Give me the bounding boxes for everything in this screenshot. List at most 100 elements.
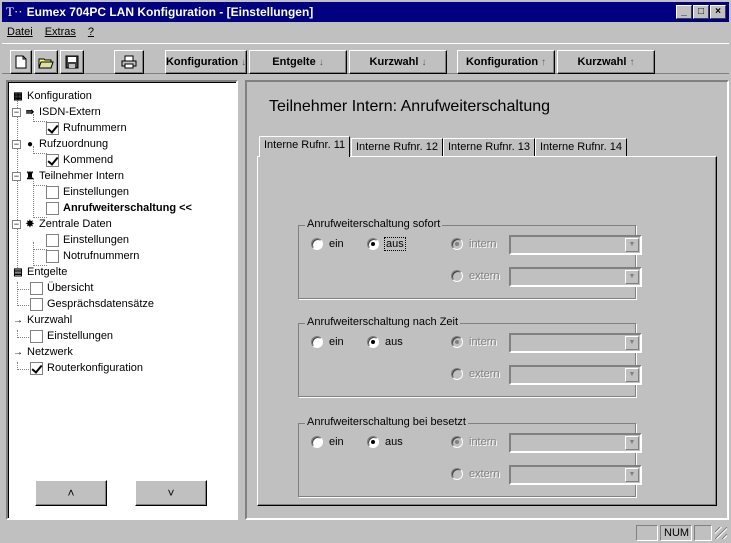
tree-label: Gesprächsdatensätze bbox=[47, 298, 155, 310]
tree-item-notrufnummern[interactable]: Notrufnummern bbox=[46, 248, 139, 264]
nav-konfiguration-up-button[interactable]: Konfiguration ↑ bbox=[457, 50, 555, 74]
chevron-up-icon: ˄ bbox=[67, 486, 75, 500]
extern-select-sofort: ▼ bbox=[509, 267, 642, 287]
config-icon: ▦ bbox=[13, 90, 23, 102]
checkbox-icon[interactable] bbox=[46, 185, 59, 199]
collapse-icon[interactable]: − bbox=[12, 219, 21, 229]
tree-item-gespraechsdatensaetze[interactable]: Gesprächsdatensätze bbox=[30, 296, 154, 312]
tree-item-isdn-extern[interactable]: − ⇛ ISDN-Extern bbox=[12, 104, 101, 120]
maximize-button[interactable]: □ bbox=[693, 5, 709, 19]
tree-label: Routerkonfiguration bbox=[47, 362, 144, 374]
checkbox-icon[interactable] bbox=[46, 233, 59, 247]
tab-interne-rufnr-11[interactable]: Interne Rufnr. 11 bbox=[259, 136, 351, 157]
checkbox-icon[interactable] bbox=[46, 249, 59, 263]
tab-interne-rufnr-12[interactable]: Interne Rufnr. 12 bbox=[351, 138, 443, 156]
tree-up-button[interactable]: ˄ bbox=[35, 480, 107, 506]
tree-label: Anrufweiterschaltung << bbox=[63, 202, 192, 214]
resize-grip-icon[interactable] bbox=[715, 527, 727, 539]
tree-item-rufzuordnung[interactable]: − ● Rufzuordnung bbox=[12, 136, 108, 152]
tree-item-einstellungen-kurzwahl[interactable]: Einstellungen bbox=[30, 328, 113, 344]
minimize-button[interactable]: _ bbox=[676, 5, 692, 19]
tree-item-einstellungen-teilnehmer[interactable]: Einstellungen bbox=[46, 184, 129, 200]
collapse-icon[interactable]: − bbox=[12, 107, 21, 117]
tree-down-button[interactable]: ˅ bbox=[135, 480, 207, 506]
radio-sofort-intern: intern bbox=[451, 238, 497, 250]
radio-zeit-ein[interactable]: ein bbox=[311, 336, 344, 348]
radio-icon bbox=[451, 468, 463, 480]
open-file-button[interactable] bbox=[34, 50, 58, 74]
radio-icon bbox=[311, 336, 323, 348]
tab-interne-rufnr-13[interactable]: Interne Rufnr. 13 bbox=[443, 138, 535, 156]
nav-kurzwahl-up-button[interactable]: Kurzwahl ↑ bbox=[557, 50, 655, 74]
arrow-up-icon: ↑ bbox=[541, 56, 547, 68]
radio-icon bbox=[451, 336, 463, 348]
tree-label: Rufnummern bbox=[63, 122, 127, 134]
radio-sofort-ein[interactable]: ein bbox=[311, 238, 344, 250]
collapse-icon[interactable]: − bbox=[12, 171, 21, 181]
open-folder-icon bbox=[38, 58, 54, 68]
checkbox-icon[interactable] bbox=[30, 281, 43, 295]
radio-zeit-aus[interactable]: aus bbox=[367, 336, 403, 348]
group-title: Anrufweiterschaltung bei besetzt bbox=[305, 416, 468, 428]
nav-kurzwahl-down-button[interactable]: Kurzwahl ↓ bbox=[349, 50, 447, 74]
users-icon: ♜ bbox=[25, 170, 35, 182]
extern-select-besetzt: ▼ bbox=[509, 465, 642, 485]
radio-label: extern bbox=[469, 368, 500, 380]
dropdown-arrow-icon: ▼ bbox=[625, 368, 639, 382]
radio-sofort-extern: extern bbox=[451, 270, 500, 282]
arrow-up-icon: ↑ bbox=[629, 56, 635, 68]
radio-besetzt-aus[interactable]: aus bbox=[367, 436, 403, 448]
tree-label: Konfiguration bbox=[27, 90, 92, 102]
tab-interne-rufnr-14[interactable]: Interne Rufnr. 14 bbox=[535, 138, 627, 156]
group-title: Anrufweiterschaltung nach Zeit bbox=[305, 316, 461, 328]
tree-item-kommend[interactable]: Kommend bbox=[46, 152, 113, 168]
dropdown-arrow-icon: ▼ bbox=[625, 238, 639, 252]
collapse-icon[interactable]: − bbox=[12, 139, 21, 149]
extern-select-zeit: ▼ bbox=[509, 365, 642, 385]
nav-label: Konfiguration bbox=[165, 56, 239, 68]
checkbox-icon[interactable] bbox=[46, 153, 59, 167]
tree-item-entgelte[interactable]: ▤ Entgelte bbox=[12, 264, 67, 280]
tree-item-netzwerk[interactable]: → Netzwerk bbox=[12, 344, 73, 360]
checkbox-icon[interactable] bbox=[30, 361, 43, 375]
save-button[interactable] bbox=[60, 50, 84, 74]
tree-item-routerkonfiguration[interactable]: Routerkonfiguration bbox=[30, 360, 143, 376]
radio-besetzt-intern: intern bbox=[451, 436, 497, 448]
tree-item-uebersicht[interactable]: Übersicht bbox=[30, 280, 93, 296]
close-button[interactable]: × bbox=[710, 5, 726, 19]
arrow-down-icon: ↓ bbox=[318, 56, 324, 68]
tree-item-zentrale-daten[interactable]: − ✸ Zentrale Daten bbox=[12, 216, 112, 232]
nav-entgelte-down-button[interactable]: Entgelte ↓ bbox=[249, 50, 347, 74]
tree-item-einstellungen-zentrale[interactable]: Einstellungen bbox=[46, 232, 129, 248]
radio-icon bbox=[367, 238, 379, 250]
tree-label: Einstellungen bbox=[47, 330, 114, 342]
checkbox-icon[interactable] bbox=[46, 121, 59, 135]
tree-item-konfiguration[interactable]: ▦ Konfiguration bbox=[12, 88, 92, 104]
tab-panel: Anrufweiterschaltung sofort ein aus inte… bbox=[257, 156, 717, 506]
tree-label: Netzwerk bbox=[27, 346, 73, 358]
print-button[interactable] bbox=[114, 50, 144, 74]
arrow-down-icon: ↓ bbox=[241, 56, 247, 68]
tree-label: Rufzuordnung bbox=[39, 138, 109, 150]
nav-konfiguration-down-button[interactable]: Konfiguration ↓ bbox=[165, 50, 247, 74]
tree-item-teilnehmer-intern[interactable]: − ♜ Teilnehmer Intern bbox=[12, 168, 124, 184]
tree-item-rufnummern[interactable]: Rufnummern bbox=[46, 120, 127, 136]
checkbox-icon[interactable] bbox=[30, 329, 43, 343]
radio-sofort-aus[interactable]: aus bbox=[367, 237, 406, 251]
radio-label: ein bbox=[329, 336, 344, 348]
tree-item-kurzwahl[interactable]: → Kurzwahl bbox=[12, 312, 72, 328]
tree-item-anrufweiterschaltung[interactable]: Anrufweiterschaltung << bbox=[46, 200, 192, 216]
radio-besetzt-ein[interactable]: ein bbox=[311, 436, 344, 448]
dropdown-arrow-icon: ▼ bbox=[625, 336, 639, 350]
menu-datei[interactable]: Datei bbox=[7, 26, 33, 38]
nav-label: Kurzwahl bbox=[577, 56, 627, 68]
new-file-button[interactable] bbox=[10, 50, 32, 74]
radio-icon bbox=[451, 238, 463, 250]
checkbox-icon[interactable] bbox=[30, 297, 43, 311]
menu-help[interactable]: ? bbox=[88, 26, 94, 38]
tree-label: Zentrale Daten bbox=[39, 218, 112, 230]
menu-extras[interactable]: Extras bbox=[45, 26, 76, 38]
status-scroll bbox=[694, 525, 712, 541]
arrow-down-icon: ↓ bbox=[421, 56, 427, 68]
checkbox-icon[interactable] bbox=[46, 201, 59, 215]
